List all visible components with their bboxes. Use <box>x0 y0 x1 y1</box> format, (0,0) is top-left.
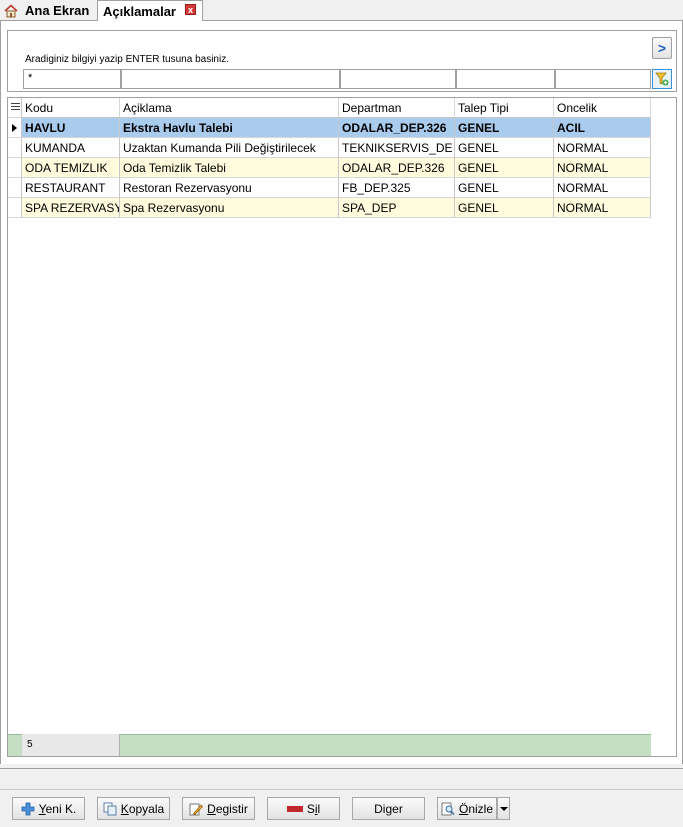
cell-kodu[interactable]: HAVLU <box>22 118 120 138</box>
column-chooser[interactable] <box>8 98 22 118</box>
chevron-down-icon <box>499 806 508 811</box>
tab-label: Açıklamalar <box>103 3 176 19</box>
cell-aciklama[interactable]: Ekstra Havlu Talebi <box>120 118 339 138</box>
table-row[interactable]: ODA TEMIZLIK Oda Temizlik Talebi ODALAR_… <box>8 158 651 178</box>
search-hint: Aradiginiz bilgiyi yazip ENTER tusuna ba… <box>25 54 229 65</box>
tab-ana-ekran[interactable]: Ana Ekran <box>0 0 96 21</box>
column-list-icon <box>11 103 20 113</box>
tab-strip: Ana Ekran Açıklamalar x <box>0 0 683 22</box>
cell-talep-tipi[interactable]: GENEL <box>455 198 554 218</box>
cell-kodu[interactable]: KUMANDA <box>22 138 120 158</box>
record-count: 5 <box>22 734 120 756</box>
cell-aciklama[interactable]: Oda Temizlik Talebi <box>120 158 339 178</box>
cell-talep-tipi[interactable]: GENEL <box>455 118 554 138</box>
row-indicator <box>8 158 22 178</box>
other-button[interactable]: Diger <box>352 797 425 820</box>
cell-kodu[interactable]: SPA REZERVASYON <box>22 198 120 218</box>
row-indicator <box>8 138 22 158</box>
filter-button[interactable] <box>652 69 672 89</box>
plus-icon <box>21 802 35 815</box>
content-panel: Aradiginiz bilgiyi yazip ENTER tusuna ba… <box>0 21 683 764</box>
current-row-icon <box>12 124 17 132</box>
cell-departman[interactable]: TEKNIKSERVIS_DE <box>339 138 455 158</box>
new-button[interactable]: Yeni K. <box>12 797 85 820</box>
cell-talep-tipi[interactable]: GENEL <box>455 158 554 178</box>
search-panel: Aradiginiz bilgiyi yazip ENTER tusuna ba… <box>7 30 677 92</box>
cell-talep-tipi[interactable]: GENEL <box>455 138 554 158</box>
filter-oncelik[interactable] <box>555 69 651 89</box>
close-icon[interactable]: x <box>185 4 196 15</box>
cell-aciklama[interactable]: Uzaktan Kumanda Pili Değiştirilecek <box>120 138 339 158</box>
header-departman[interactable]: Departman <box>339 98 455 118</box>
copy-icon <box>103 802 117 815</box>
cell-aciklama[interactable]: Spa Rezervasyonu <box>120 198 339 218</box>
edit-icon <box>189 803 204 815</box>
row-indicator <box>8 178 22 198</box>
preview-dropdown-button[interactable] <box>497 797 510 820</box>
tab-label: Ana Ekran <box>25 3 90 18</box>
other-label: Diger <box>374 801 403 816</box>
preview-icon <box>441 802 455 815</box>
new-label: Yeni K. <box>38 801 77 816</box>
cell-departman[interactable]: ODALAR_DEP.326 <box>339 118 455 138</box>
next-button[interactable]: > <box>652 37 672 59</box>
grid-header: Kodu Açiklama Departman Talep Tipi Oncel… <box>8 98 651 118</box>
copy-label: Kopyala <box>120 801 165 816</box>
delete-label: Sil <box>306 801 321 816</box>
cell-oncelik[interactable]: NORMAL <box>554 138 651 158</box>
home-icon <box>4 3 18 18</box>
cell-oncelik[interactable]: NORMAL <box>554 158 651 178</box>
table-row[interactable]: HAVLU Ekstra Havlu Talebi ODALAR_DEP.326… <box>8 118 651 138</box>
cell-kodu[interactable]: ODA TEMIZLIK <box>22 158 120 178</box>
header-talep-tipi[interactable]: Talep Tipi <box>455 98 554 118</box>
delete-button[interactable]: Sil <box>267 797 340 820</box>
row-indicator <box>8 198 22 218</box>
cell-departman[interactable]: ODALAR_DEP.326 <box>339 158 455 178</box>
status-bar <box>0 768 683 790</box>
edit-label: Degistir <box>207 801 248 816</box>
cell-aciklama[interactable]: Restoran Rezervasyonu <box>120 178 339 198</box>
preview-button[interactable]: Önizle <box>437 797 497 820</box>
row-indicator <box>8 118 22 138</box>
cell-oncelik[interactable]: NORMAL <box>554 198 651 218</box>
table-row[interactable]: RESTAURANT Restoran Rezervasyonu FB_DEP.… <box>8 178 651 198</box>
header-oncelik[interactable]: Oncelik <box>554 98 651 118</box>
cell-talep-tipi[interactable]: GENEL <box>455 178 554 198</box>
cell-kodu[interactable]: RESTAURANT <box>22 178 120 198</box>
tab-aciklamalar[interactable]: Açıklamalar x <box>97 0 203 22</box>
header-aciklama[interactable]: Açiklama <box>120 98 339 118</box>
filter-kodu[interactable]: * <box>23 69 121 89</box>
minus-icon <box>286 805 303 812</box>
filter-departman[interactable] <box>340 69 456 89</box>
table-row[interactable]: KUMANDA Uzaktan Kumanda Pili Değiştirile… <box>8 138 651 158</box>
cell-oncelik[interactable]: ACIL <box>554 118 651 138</box>
filter-talep-tipi[interactable] <box>456 69 555 89</box>
data-grid: Kodu Açiklama Departman Talep Tipi Oncel… <box>7 97 677 757</box>
edit-button[interactable]: Degistir <box>182 797 255 820</box>
table-row[interactable]: SPA REZERVASYON Spa Rezervasyonu SPA_DEP… <box>8 198 651 218</box>
header-kodu[interactable]: Kodu <box>22 98 120 118</box>
cell-oncelik[interactable]: NORMAL <box>554 178 651 198</box>
preview-label: Önizle <box>458 801 494 816</box>
filter-add-icon <box>655 72 669 86</box>
chevron-right-icon: > <box>657 40 667 56</box>
filter-aciklama[interactable] <box>121 69 340 89</box>
cell-departman[interactable]: FB_DEP.325 <box>339 178 455 198</box>
cell-departman[interactable]: SPA_DEP <box>339 198 455 218</box>
copy-button[interactable]: Kopyala <box>97 797 170 820</box>
